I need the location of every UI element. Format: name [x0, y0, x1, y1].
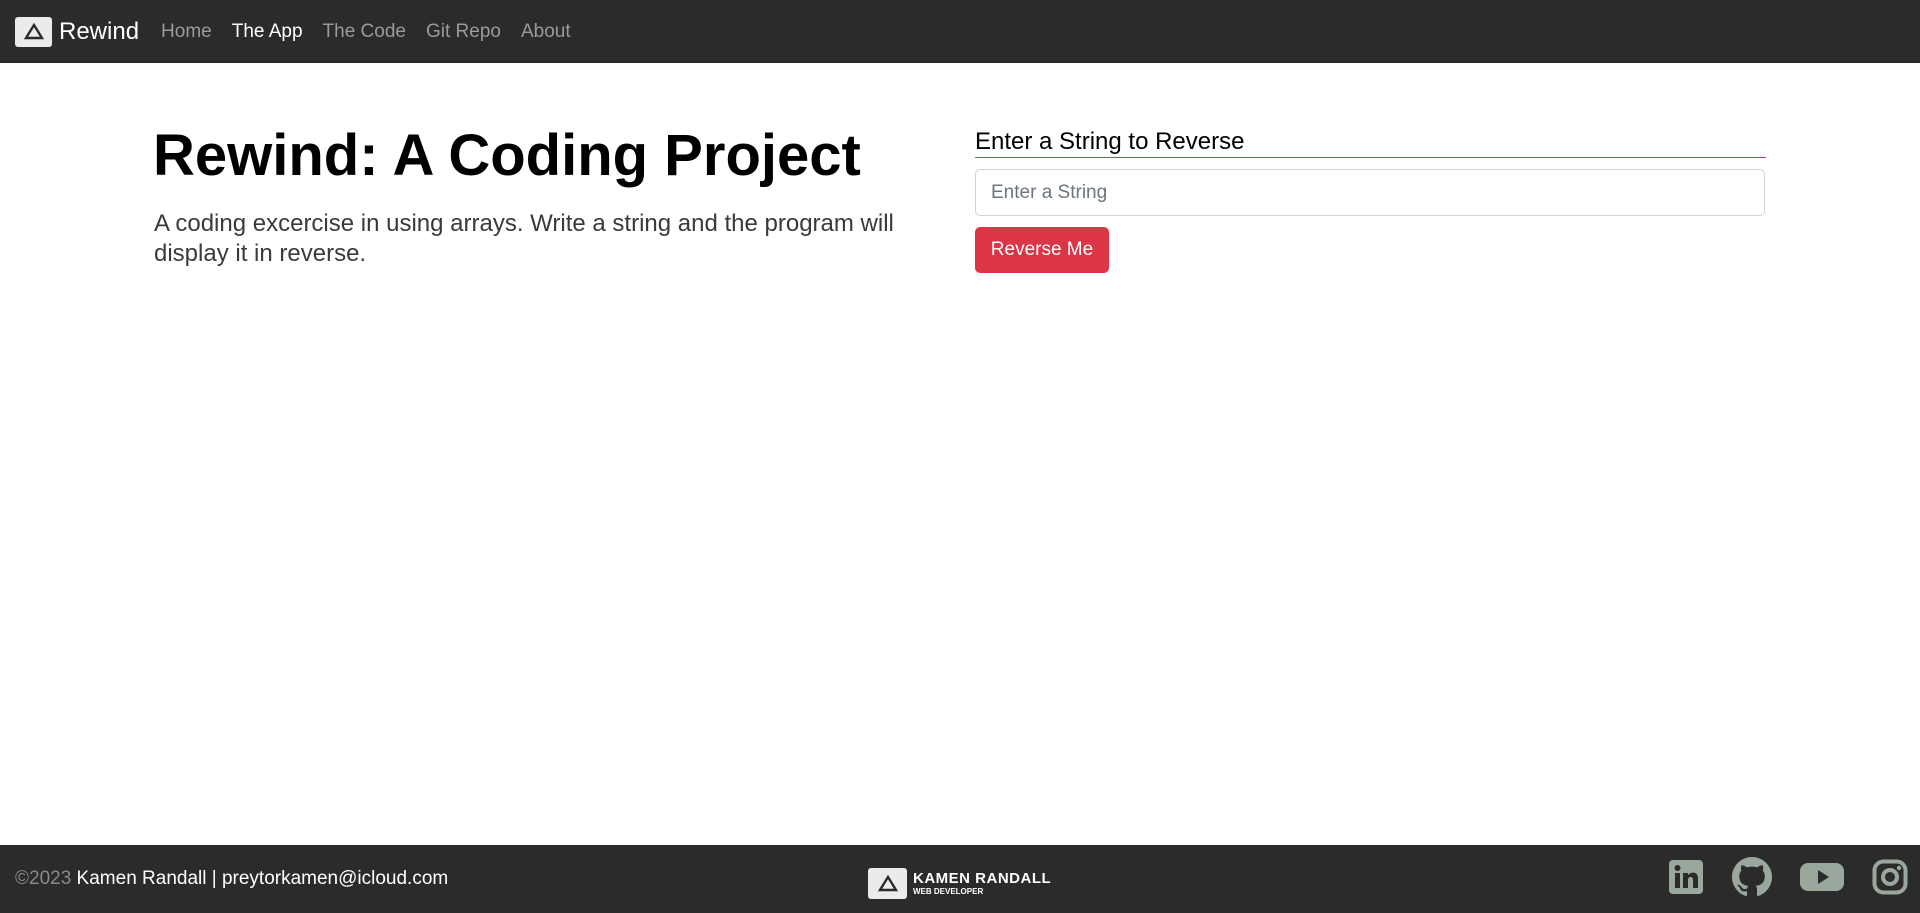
footer-logo-role: WEB DEVELOPER [913, 887, 984, 896]
footer: ©2023 Kamen Randall | preytorkamen@iclou… [0, 845, 1920, 913]
youtube-icon[interactable] [1800, 861, 1844, 898]
nav-git-repo[interactable]: Git Repo [426, 21, 501, 43]
nav-the-app[interactable]: The App [232, 21, 303, 43]
brand-name: Rewind [59, 17, 140, 45]
label-divider [975, 157, 1766, 158]
footer-logo-icon [868, 868, 907, 899]
copyright-year: ©2023 [15, 868, 72, 889]
linkedin-icon[interactable] [1668, 859, 1704, 900]
github-icon[interactable] [1732, 856, 1772, 902]
nav-home[interactable]: Home [161, 21, 212, 43]
brand-link[interactable]: Rewind [15, 16, 140, 47]
contact-info: Kamen Randall | preytorkamen@icloud.com [71, 868, 449, 889]
nav-about[interactable]: About [521, 21, 571, 43]
string-input[interactable] [975, 169, 1765, 216]
nav-the-code[interactable]: The Code [323, 21, 406, 43]
reverse-button[interactable]: Reverse Me [975, 227, 1109, 273]
footer-logo-name: KAMEN RANDALL [913, 870, 1052, 887]
footer-logo: KAMEN RANDALL WEB DEVELOPER [868, 868, 1051, 899]
nav-links: Home The App The Code Git Repo About [161, 21, 591, 43]
brand-logo-icon [15, 16, 52, 47]
footer-logo-text: KAMEN RANDALL WEB DEVELOPER [913, 871, 1051, 896]
social-links [1640, 845, 1908, 913]
page-title: Rewind: A Coding Project [153, 123, 861, 188]
copyright: ©2023 Kamen Randall | preytorkamen@iclou… [15, 845, 448, 913]
instagram-icon[interactable] [1872, 859, 1908, 900]
navbar: Rewind Home The App The Code Git Repo Ab… [0, 0, 1920, 63]
page-description: A coding excercise in using arrays. Writ… [154, 210, 894, 267]
input-label: Enter a String to Reverse [975, 128, 1245, 155]
